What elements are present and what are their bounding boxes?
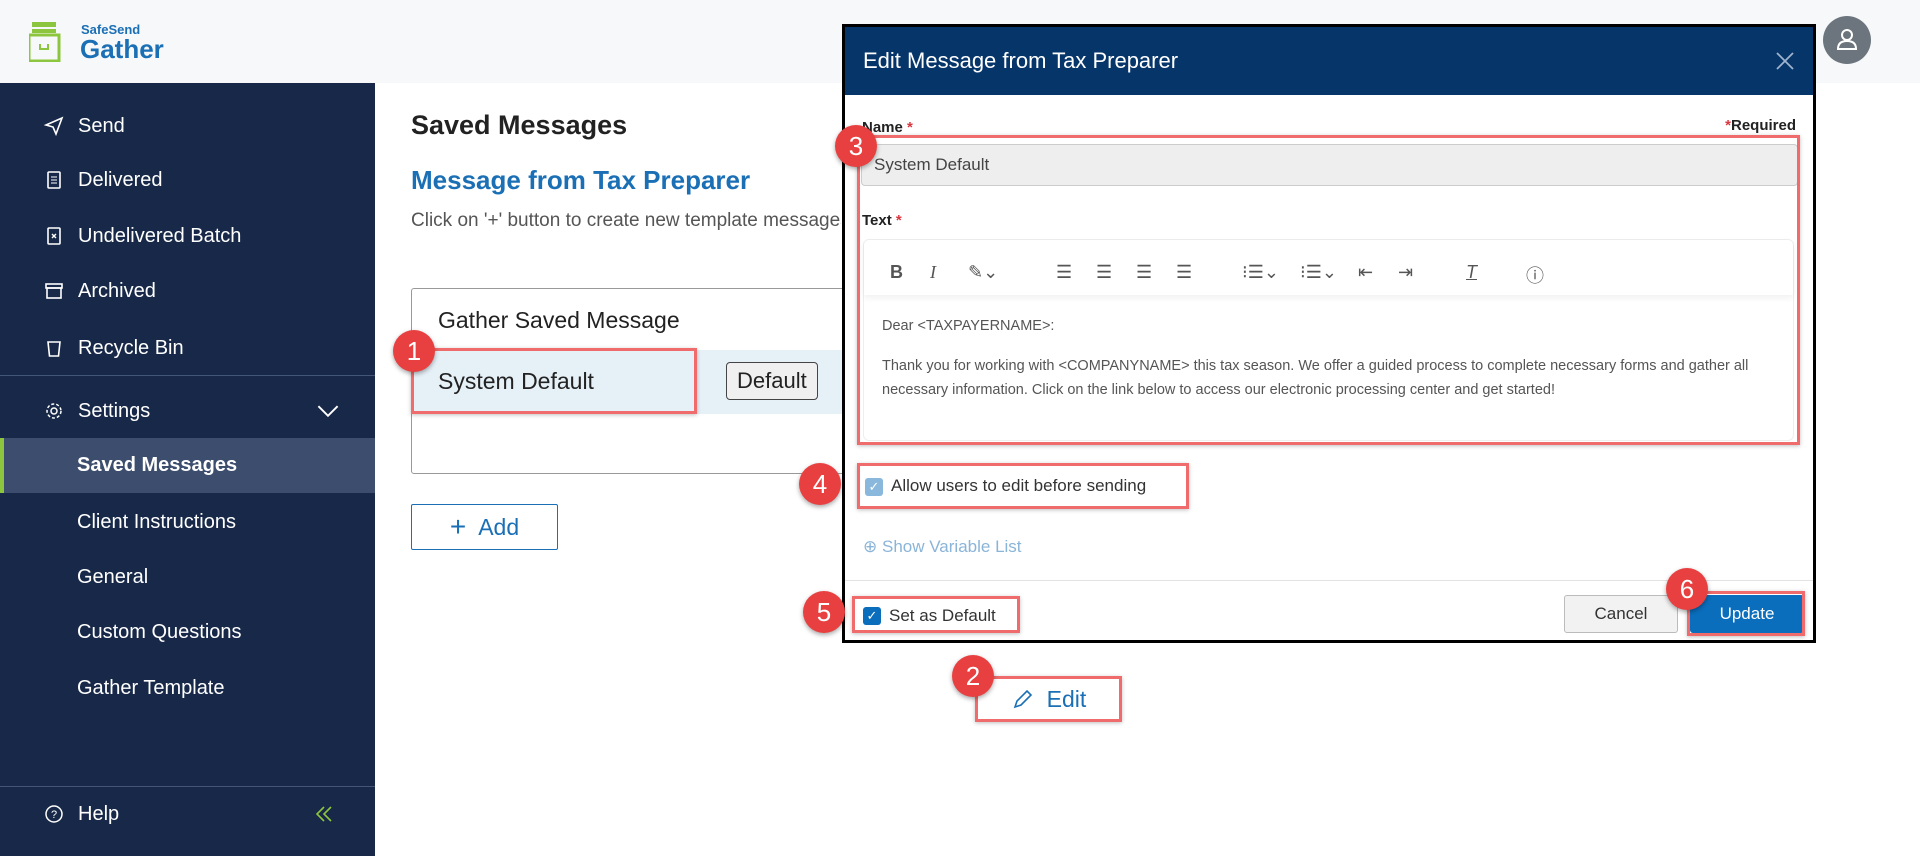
modal-title: Edit Message from Tax Preparer [863, 48, 1179, 73]
annotation-box [857, 135, 1800, 445]
brand-name: Gather [80, 34, 164, 64]
close-icon[interactable] [1775, 51, 1795, 71]
document-icon [47, 171, 61, 189]
sidebar-item-label: Undelivered Batch [78, 224, 242, 247]
cancel-button[interactable]: Cancel [1564, 595, 1678, 633]
plus-icon: + [449, 511, 467, 542]
sidebar-item-archived[interactable]: Archived [0, 269, 375, 313]
x-document-icon [47, 227, 61, 245]
archive-icon [45, 283, 63, 299]
annotation-badge: 5 [803, 591, 845, 633]
required-note: *Required [1725, 117, 1796, 134]
user-icon [1836, 29, 1858, 50]
sidebar-item-send[interactable]: Send [0, 104, 375, 148]
sidebar-item-label: Recycle Bin [78, 336, 184, 359]
modal-header: Edit Message from Tax Preparer [845, 27, 1813, 95]
sidebar-item-settings[interactable]: Settings [0, 389, 375, 433]
default-badge: Default [726, 362, 818, 400]
sidebar-item-undelivered-batch[interactable]: Undelivered Batch [0, 214, 375, 258]
sidebar-item-label: Archived [78, 279, 156, 302]
required-text: Required [1730, 117, 1796, 134]
variable-list-label: Show Variable List [881, 537, 1022, 556]
annotation-badge: 2 [952, 655, 994, 697]
sidebar-item-gather-template[interactable]: Gather Template [0, 666, 375, 710]
send-icon [44, 116, 64, 136]
sidebar-item-label: Help [78, 802, 120, 825]
page-title: Saved Messages [411, 110, 628, 140]
annotation-badge: 4 [799, 463, 841, 505]
chevron-down-icon [317, 405, 339, 418]
sidebar-item-delivered[interactable]: Delivered [0, 158, 375, 202]
sidebar-item-label: Settings [78, 399, 151, 422]
sidebar-item-label: Client Instructions [77, 510, 236, 533]
annotation-badge: 3 [835, 125, 877, 167]
sidebar-item-custom-questions[interactable]: Custom Questions [0, 610, 375, 654]
divider [0, 375, 375, 376]
plus-circle-icon: ⊕ [863, 537, 878, 556]
avatar[interactable] [1823, 16, 1871, 64]
list-header: Gather Saved Message [438, 307, 680, 333]
sidebar-item-label: Custom Questions [77, 620, 242, 643]
annotation-badge: 6 [1666, 568, 1708, 610]
sidebar-item-label: Gather Template [77, 676, 225, 699]
annotation-box [975, 676, 1122, 722]
sidebar-item-label: General [77, 565, 149, 588]
annotation-box [411, 348, 697, 414]
show-variable-list-link[interactable]: ⊕ Show Variable List [863, 537, 1022, 557]
trash-icon [47, 341, 61, 357]
annotation-box [852, 596, 1020, 633]
annotation-badge: 1 [393, 330, 435, 372]
sidebar-item-label: Send [78, 114, 125, 137]
add-label: Add [478, 513, 520, 540]
add-button[interactable]: + Add [411, 504, 558, 550]
annotation-box [857, 463, 1189, 509]
sidebar-item-label: Delivered [78, 168, 163, 191]
sidebar-item-general[interactable]: General [0, 555, 375, 599]
sidebar-item-recycle-bin[interactable]: Recycle Bin [0, 326, 375, 370]
gear-icon [46, 403, 62, 419]
svg-text:?: ? [51, 809, 57, 821]
sidebar-item-client-instructions[interactable]: Client Instructions [0, 500, 375, 544]
sidebar-item-label: Saved Messages [77, 454, 238, 476]
section-title: Message from Tax Preparer [411, 165, 751, 195]
help-icon: ? [45, 805, 63, 823]
logo-box-icon [27, 22, 61, 63]
sidebar-item-saved-messages[interactable]: Saved Messages [0, 438, 375, 493]
divider [0, 786, 375, 787]
sidebar: Send Delivered Undelivered Batch Archive… [0, 83, 375, 856]
collapse-sidebar-icon[interactable] [314, 804, 334, 824]
logo[interactable]: SafeSend Gather [27, 22, 164, 67]
hint-text: Click on '+' button to create new templa… [411, 210, 841, 231]
sidebar-item-help[interactable]: ? Help [0, 792, 375, 836]
